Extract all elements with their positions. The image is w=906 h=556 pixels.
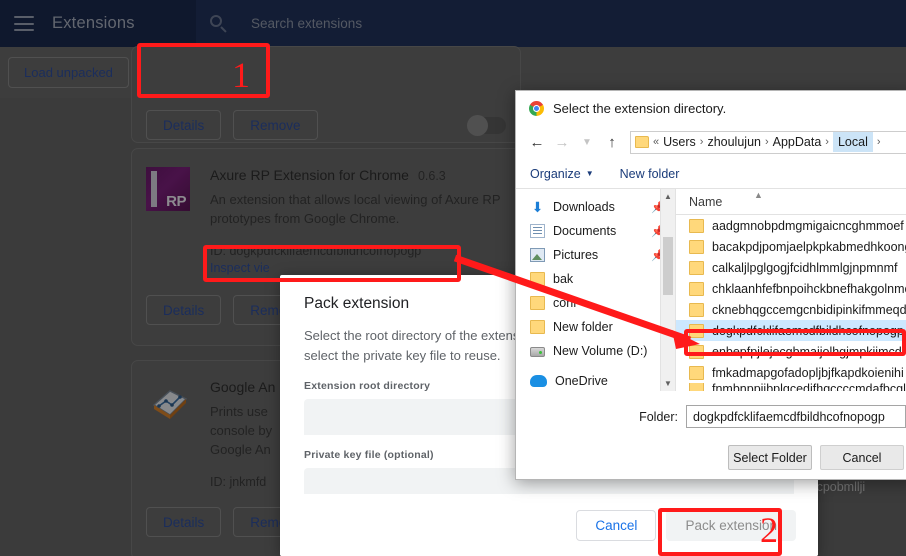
scroll-up-icon[interactable]: ▲ bbox=[661, 189, 675, 204]
folder-icon bbox=[530, 272, 545, 286]
dialog-footer: Cancel Pack extension bbox=[280, 494, 818, 556]
screen: Extensions Search extensions Load unpack… bbox=[0, 0, 906, 556]
folder-icon bbox=[689, 239, 704, 254]
file-row[interactable]: fnmbnppijbplgcedifhgccccmdafbcgl bbox=[676, 383, 906, 391]
folder-icon bbox=[689, 323, 704, 338]
breadcrumb-separator-trailing[interactable]: › bbox=[873, 136, 885, 148]
drive-icon bbox=[530, 347, 545, 357]
nav-item-label: Documents bbox=[553, 224, 617, 238]
nav-item-conf[interactable]: conf bbox=[516, 291, 675, 315]
navigation-pane-scrollbar[interactable]: ▲ ▼ bbox=[660, 189, 675, 391]
new-folder-button[interactable]: New folder bbox=[620, 167, 680, 181]
forward-icon[interactable]: → bbox=[551, 130, 573, 154]
folder-icon bbox=[530, 296, 545, 310]
file-name: fmkadmapgofadopljbjfkapdkoienihi bbox=[712, 365, 904, 380]
dialog-footer: Folder: dogkpdfcklifaemcdfbildhcofnopogp… bbox=[516, 391, 906, 479]
file-row[interactable]: fmkadmapgofadopljbjfkapdkoienihi bbox=[676, 362, 906, 383]
nav-item-new-volume[interactable]: New Volume (D:) bbox=[516, 339, 675, 363]
file-name: bacakpdjpomjaelpkpkabmedhkoong bbox=[712, 239, 906, 254]
dialog-titlebar: Select the extension directory. bbox=[516, 91, 906, 125]
breadcrumb-separator: › bbox=[699, 136, 704, 148]
cancel-button[interactable]: Cancel bbox=[576, 509, 657, 541]
folder-icon bbox=[689, 344, 704, 359]
breadcrumb-separator: › bbox=[825, 136, 829, 148]
folder-icon bbox=[689, 302, 704, 317]
back-icon[interactable]: ← bbox=[526, 130, 548, 154]
file-row[interactable]: cknebhqgccemgcnbidipinkifmmeqd bbox=[676, 299, 906, 320]
nav-item-label: New Volume (D:) bbox=[553, 344, 648, 358]
select-directory-dialog: Select the extension directory. ← → ▼ ↑ … bbox=[515, 90, 906, 480]
breadcrumb[interactable]: « Users › zhoulujun › AppData › Local › bbox=[630, 130, 906, 154]
dialog-cancel-button[interactable]: Cancel bbox=[820, 445, 904, 470]
command-bar: Organize ▼ New folder bbox=[516, 159, 906, 189]
nav-item-label: OneDrive bbox=[555, 374, 608, 388]
organize-button[interactable]: Organize ▼ bbox=[530, 167, 594, 181]
chevron-down-icon: ▼ bbox=[585, 169, 594, 178]
breadcrumb-prefix: « bbox=[653, 136, 660, 148]
nav-item-documents[interactable]: Documents 📌 bbox=[516, 219, 675, 243]
sort-ascending-icon: ▲ bbox=[754, 190, 763, 200]
folder-field-row: Folder: dogkpdfcklifaemcdfbildhcofnopogp bbox=[516, 391, 906, 428]
file-name: dogkpdfcklifaemcdfbildhcofnopogp bbox=[712, 323, 904, 338]
nav-item-pictures[interactable]: Pictures 📌 bbox=[516, 243, 675, 267]
file-name: calkaljlpglgogjfcidhlmmlgjnpmnmf bbox=[712, 260, 898, 275]
breadcrumb-separator: › bbox=[764, 136, 769, 148]
file-name: chklaanhfefbnpoihckbnefhakgolnmc bbox=[712, 281, 906, 296]
select-folder-button[interactable]: Select Folder bbox=[728, 445, 812, 470]
breadcrumb-item-zhoulujun[interactable]: zhoulujun bbox=[707, 135, 761, 149]
download-icon: ⬇ bbox=[531, 199, 544, 215]
folder-icon bbox=[635, 136, 649, 148]
nav-item-label: Downloads bbox=[553, 200, 615, 214]
folder-icon bbox=[689, 260, 704, 275]
folder-icon bbox=[689, 281, 704, 296]
file-list-header: ▲ Name bbox=[676, 189, 906, 215]
chevron-down-icon[interactable]: ▼ bbox=[576, 130, 598, 154]
column-name: Name bbox=[689, 194, 723, 209]
file-row[interactable]: calkaljlpglgogjfcidhlmmlgjnpmnmf bbox=[676, 257, 906, 278]
folder-icon bbox=[530, 320, 545, 334]
organize-label: Organize bbox=[530, 166, 581, 181]
dialog-title: Select the extension directory. bbox=[553, 100, 727, 116]
up-icon[interactable]: ↑ bbox=[601, 130, 623, 154]
chrome-logo-icon bbox=[529, 100, 544, 116]
file-row[interactable]: enbepfpjlejecgbmaijolhgjmpkiimcd bbox=[676, 341, 906, 362]
nav-item-label: conf bbox=[553, 296, 577, 310]
file-row[interactable]: bacakpdjpomjaelpkpkabmedhkoong bbox=[676, 236, 906, 257]
document-icon bbox=[530, 224, 545, 238]
file-row[interactable]: aadgmnobpdmgmigaicncghmmoef bbox=[676, 215, 906, 236]
folder-icon bbox=[689, 218, 704, 233]
dialog-body: ⬇ Downloads 📌 Documents 📌 Pictures 📌 bak bbox=[516, 189, 906, 391]
file-name: aadgmnobpdmgmigaicncghmmoef bbox=[712, 218, 904, 233]
navigation-bar: ← → ▼ ↑ « Users › zhoulujun › AppData › … bbox=[516, 125, 906, 159]
pack-extension-confirm-button[interactable]: Pack extension bbox=[666, 509, 796, 541]
picture-icon bbox=[530, 248, 545, 262]
scroll-down-icon[interactable]: ▼ bbox=[661, 376, 675, 391]
nav-item-downloads[interactable]: ⬇ Downloads 📌 bbox=[516, 195, 675, 219]
nav-item-label: New folder bbox=[553, 320, 613, 334]
nav-item-bak[interactable]: bak bbox=[516, 267, 675, 291]
file-list: ▲ Name aadgmnobpdmgmigaicncghmmoef bacak… bbox=[676, 189, 906, 391]
nav-item-label: Pictures bbox=[553, 248, 599, 262]
file-row-selected[interactable]: dogkpdfcklifaemcdfbildhcofnopogp bbox=[676, 320, 906, 341]
nav-item-label: bak bbox=[553, 272, 574, 286]
nav-item-new-folder[interactable]: New folder bbox=[516, 315, 675, 339]
breadcrumb-item-users[interactable]: Users bbox=[663, 135, 696, 149]
breadcrumb-item-appdata[interactable]: AppData bbox=[773, 135, 822, 149]
cloud-icon bbox=[530, 375, 547, 387]
file-row[interactable]: chklaanhfefbnpoihckbnefhakgolnmc bbox=[676, 278, 906, 299]
scrollbar-thumb[interactable] bbox=[663, 237, 673, 295]
folder-icon bbox=[689, 383, 704, 391]
breadcrumb-item-local[interactable]: Local bbox=[832, 132, 873, 152]
folder-input[interactable]: dogkpdfcklifaemcdfbildhcofnopogp bbox=[686, 405, 906, 428]
nav-item-onedrive[interactable]: OneDrive bbox=[516, 369, 675, 393]
footer-buttons: Select Folder Cancel bbox=[516, 428, 906, 470]
folder-icon bbox=[689, 365, 704, 380]
file-name: cknebhqgccemgcnbidipinkifmmeqd bbox=[712, 302, 906, 317]
navigation-pane: ⬇ Downloads 📌 Documents 📌 Pictures 📌 bak bbox=[516, 189, 676, 391]
folder-label: Folder: bbox=[639, 409, 678, 424]
file-name: enbepfpjlejecgbmaijolhgjmpkiimcd bbox=[712, 344, 902, 359]
file-name: fnmbnppijbplgcedifhgccccmdafbcgl bbox=[712, 383, 906, 391]
